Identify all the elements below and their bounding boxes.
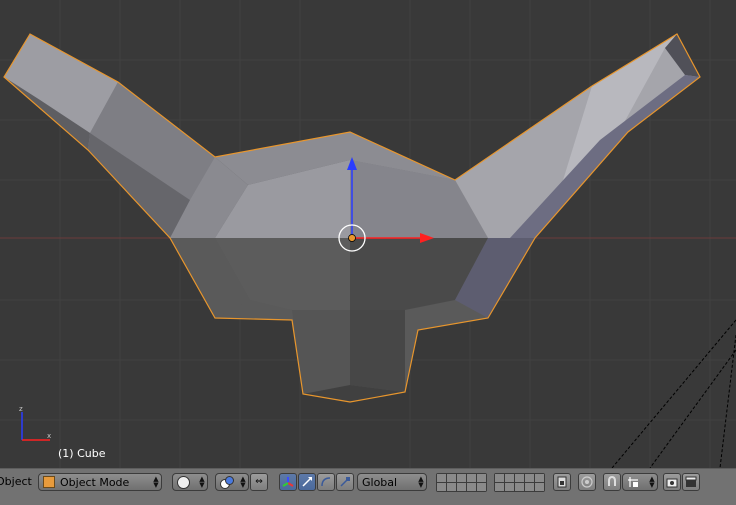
proportional-edit-button[interactable] bbox=[578, 473, 596, 491]
scale-icon bbox=[340, 477, 350, 487]
render-button[interactable] bbox=[663, 473, 681, 491]
lock-camera-icon bbox=[557, 476, 567, 488]
translate-icon bbox=[302, 477, 312, 487]
3d-viewport[interactable]: x z (1) Cube bbox=[0, 0, 736, 468]
svg-text:z: z bbox=[19, 405, 23, 413]
select-arrows-icon: ▲ ▼ bbox=[199, 475, 205, 489]
select-arrows-icon: ▲ ▼ bbox=[649, 475, 655, 489]
shading-select[interactable]: ▲ ▼ bbox=[172, 473, 208, 491]
svg-text:x: x bbox=[47, 432, 51, 440]
orientation-select-label: Global bbox=[362, 475, 398, 489]
render-animation-icon bbox=[685, 476, 697, 487]
orientation-select[interactable]: Global ▲ ▼ bbox=[357, 473, 427, 491]
camera-lines bbox=[611, 319, 736, 468]
mode-select[interactable]: Object Mode ▲ ▼ bbox=[38, 473, 162, 491]
rotate-icon bbox=[321, 477, 331, 487]
select-arrows-icon: ▲ ▼ bbox=[240, 475, 246, 489]
pivot-select[interactable]: ▲ ▼ bbox=[215, 473, 249, 491]
object-origin-icon bbox=[348, 234, 356, 242]
render-animation-button[interactable] bbox=[682, 473, 700, 491]
pivot-align-button[interactable]: ⇔ bbox=[250, 473, 268, 491]
render-icon bbox=[666, 478, 678, 488]
viewport-canvas[interactable]: x z bbox=[0, 0, 736, 468]
object-menu[interactable]: Object bbox=[0, 475, 32, 493]
solid-sphere-icon bbox=[177, 475, 190, 489]
snap-element-icon bbox=[628, 477, 638, 487]
snap-toggle-icon bbox=[608, 476, 616, 486]
mode-select-label: Object Mode bbox=[60, 475, 130, 489]
cube-icon bbox=[43, 476, 55, 488]
manipulator-toggle-icon bbox=[282, 477, 294, 487]
lock-camera-button[interactable] bbox=[553, 473, 571, 491]
align-icon: ⇔ bbox=[255, 477, 263, 487]
layer-buttons-group-1[interactable] bbox=[436, 473, 487, 492]
layer-buttons-group-2[interactable] bbox=[494, 473, 545, 492]
manipulator-toggle-button[interactable] bbox=[279, 473, 297, 491]
snap-element-select[interactable]: ▲ ▼ bbox=[622, 473, 658, 491]
mini-axis-widget: x z bbox=[19, 405, 51, 441]
rotate-button[interactable] bbox=[317, 473, 335, 491]
scale-button[interactable] bbox=[336, 473, 354, 491]
translate-button[interactable] bbox=[298, 473, 316, 491]
snap-toggle-button[interactable] bbox=[603, 473, 621, 491]
pivot-point-icon bbox=[220, 476, 234, 489]
viewport-header: Object Object Mode ▲ ▼ ▲ ▼ ▲ ▼ ⇔ Global ▲ ▼ bbox=[0, 468, 736, 505]
object-info-label: (1) Cube bbox=[58, 447, 106, 460]
select-arrows-icon: ▲ ▼ bbox=[418, 475, 424, 489]
select-arrows-icon: ▲ ▼ bbox=[153, 475, 159, 489]
proportional-edit-icon bbox=[581, 476, 593, 488]
